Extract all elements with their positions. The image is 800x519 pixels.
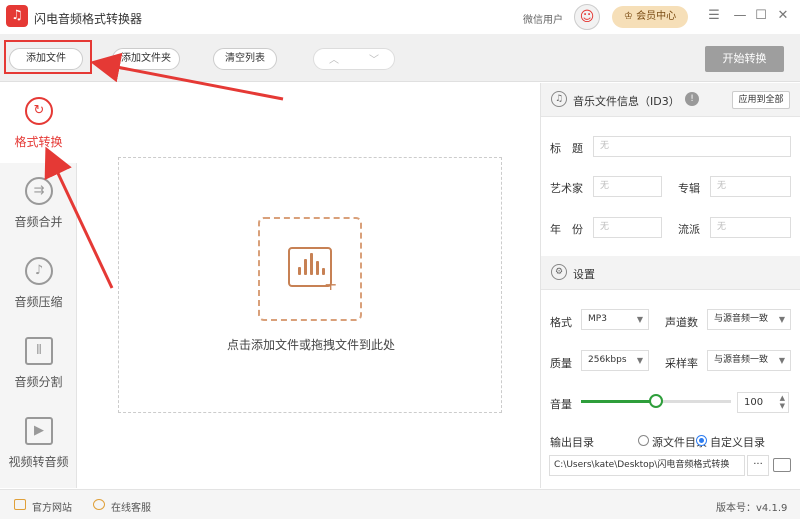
format-value: MP3 (588, 314, 607, 324)
sidebar-item-label: 音频分割 (14, 375, 63, 389)
source-dir-radio[interactable] (638, 435, 649, 446)
minimize-icon[interactable]: — (731, 7, 749, 25)
add-audio-icon[interactable]: + (258, 217, 362, 321)
volume-slider-fill (581, 400, 656, 403)
title-label: 标 题 (550, 142, 583, 155)
custom-dir-radio[interactable] (696, 435, 707, 446)
app-logo-icon: ♫ (6, 5, 28, 27)
refresh-icon: ↻ (25, 97, 53, 125)
album-label: 专辑 (678, 182, 700, 195)
chevron-down-icon: ▼ (778, 356, 785, 365)
status-bar: 官方网站 在线客服 版本号：v4.1.9 (0, 489, 800, 519)
id3-header: ♫ 音乐文件信息（ID3） ! 应用到全部 (541, 83, 800, 117)
sidebar-item-audio-merge[interactable]: ⇉ 音频合并 (0, 163, 77, 243)
sidebar-item-label: 音频合并 (14, 215, 63, 229)
sidebar-item-label: 格式转换 (14, 135, 63, 149)
custom-dir-label[interactable]: 自定义目录 (710, 434, 765, 450)
format-label: 格式 (550, 316, 572, 329)
chevron-down-icon: ▼ (636, 356, 643, 365)
wechat-user-label[interactable]: 微信用户 (523, 11, 563, 26)
volume-slider[interactable] (581, 394, 731, 408)
vip-center-label: 会员中心 (636, 11, 677, 22)
move-up-button[interactable]: ︿ (316, 51, 352, 67)
volume-stepper[interactable]: 100 ▲ ▼ (737, 392, 789, 413)
id3-title: 音乐文件信息（ID3） (573, 95, 680, 108)
title-bar: ♫ 闪电音频格式转换器 微信用户 ☺ ♔ 会员中心 ☰ — ☐ ✕ (0, 0, 800, 34)
browse-button[interactable]: ··· (747, 455, 769, 476)
volume-value: 100 (744, 397, 764, 408)
merge-icon: ⇉ (25, 177, 53, 205)
output-path-input[interactable]: C:\Users\kate\Desktop\闪电音频格式转换 (549, 455, 745, 476)
sidebar-item-audio-split[interactable]: ⫴ 音频分割 (0, 323, 77, 403)
dropzone-hint: 点击添加文件或拖拽文件到此处 (226, 338, 395, 352)
music-note-icon: ♪ (25, 257, 53, 285)
reorder-buttons: ︿ ﹀ (313, 48, 395, 70)
format-select[interactable]: MP3 ▼ (581, 309, 649, 330)
genre-field[interactable]: 无 (710, 217, 791, 238)
volume-slider-handle[interactable] (649, 394, 663, 408)
channels-select[interactable]: 与源音频一致 ▼ (707, 309, 791, 330)
crown-icon: ♔ (623, 11, 637, 22)
settings-panel: ♫ 音乐文件信息（ID3） ! 应用到全部 标 题 无 艺术家 无 专辑 无 年… (540, 83, 800, 488)
channels-label: 声道数 (665, 316, 698, 329)
start-convert-button[interactable]: 开始转换 (705, 46, 784, 72)
chevron-down-icon: ▼ (636, 315, 643, 324)
version-label: 版本号：v4.1.9 (716, 503, 788, 514)
split-icon: ⫴ (25, 337, 53, 365)
file-list-area: + 点击添加文件或拖拽文件到此处 (78, 83, 540, 488)
online-support-link[interactable]: 在线客服 (111, 499, 151, 514)
settings-header: ⚙ 设置 (541, 256, 800, 290)
headphones-icon: ♫ (551, 91, 567, 107)
sidebar: ↻ 格式转换 ⇉ 音频合并 ♪ 音频压缩 ⫴ 音频分割 ▶ 视频转音频 (0, 83, 77, 488)
quality-label: 质量 (550, 357, 572, 370)
clear-list-button[interactable]: 清空列表 (213, 48, 277, 70)
folder-icon[interactable] (773, 458, 791, 472)
samplerate-label: 采样率 (665, 357, 698, 370)
info-icon[interactable]: ! (685, 92, 699, 106)
channels-value: 与源音频一致 (714, 314, 769, 324)
move-down-button[interactable]: ﹀ (356, 51, 392, 67)
avatar[interactable]: ☺ (574, 4, 600, 30)
dropzone[interactable]: + 点击添加文件或拖拽文件到此处 (118, 157, 502, 413)
sidebar-item-video-to-audio[interactable]: ▶ 视频转音频 (0, 403, 77, 483)
menu-icon[interactable]: ☰ (705, 7, 723, 25)
title-field[interactable]: 无 (593, 136, 791, 157)
gear-icon: ⚙ (551, 264, 567, 280)
settings-title: 设置 (573, 268, 595, 281)
quality-select[interactable]: 256kbps ▼ (581, 350, 649, 371)
artist-label: 艺术家 (550, 182, 583, 195)
plus-icon: + (324, 275, 338, 294)
chevron-down-icon: ▼ (778, 315, 785, 324)
close-icon[interactable]: ✕ (774, 7, 792, 25)
vip-center-button[interactable]: ♔ 会员中心 (612, 6, 688, 28)
samplerate-select[interactable]: 与源音频一致 ▼ (707, 350, 791, 371)
samplerate-value: 与源音频一致 (714, 355, 769, 365)
year-label: 年 份 (550, 223, 583, 236)
artist-field[interactable]: 无 (593, 176, 662, 197)
play-icon: ▶ (25, 417, 53, 445)
toolbar: 添加文件 添加文件夹 清空列表 ︿ ﹀ 开始转换 (0, 34, 800, 82)
sidebar-item-label: 视频转音频 (8, 455, 69, 469)
add-folder-button[interactable]: 添加文件夹 (112, 48, 180, 70)
genre-label: 流派 (678, 223, 700, 236)
sidebar-item-format-convert[interactable]: ↻ 格式转换 (0, 83, 77, 163)
maximize-icon[interactable]: ☐ (752, 7, 770, 25)
sidebar-item-label: 音频压缩 (14, 295, 63, 309)
stepper-arrows-icon[interactable]: ▲ ▼ (780, 394, 785, 410)
output-dir-label: 输出目录 (550, 436, 594, 449)
official-website-link[interactable]: 官方网站 (32, 499, 72, 514)
quality-value: 256kbps (588, 355, 627, 365)
monitor-icon (14, 499, 26, 510)
sidebar-item-audio-compress[interactable]: ♪ 音频压缩 (0, 243, 77, 323)
apply-all-button[interactable]: 应用到全部 (732, 91, 790, 109)
app-title: 闪电音频格式转换器 (34, 12, 143, 26)
headset-icon (93, 499, 105, 510)
volume-label: 音量 (550, 398, 572, 411)
album-field[interactable]: 无 (710, 176, 791, 197)
add-file-highlight (4, 40, 92, 74)
year-field[interactable]: 无 (593, 217, 662, 238)
